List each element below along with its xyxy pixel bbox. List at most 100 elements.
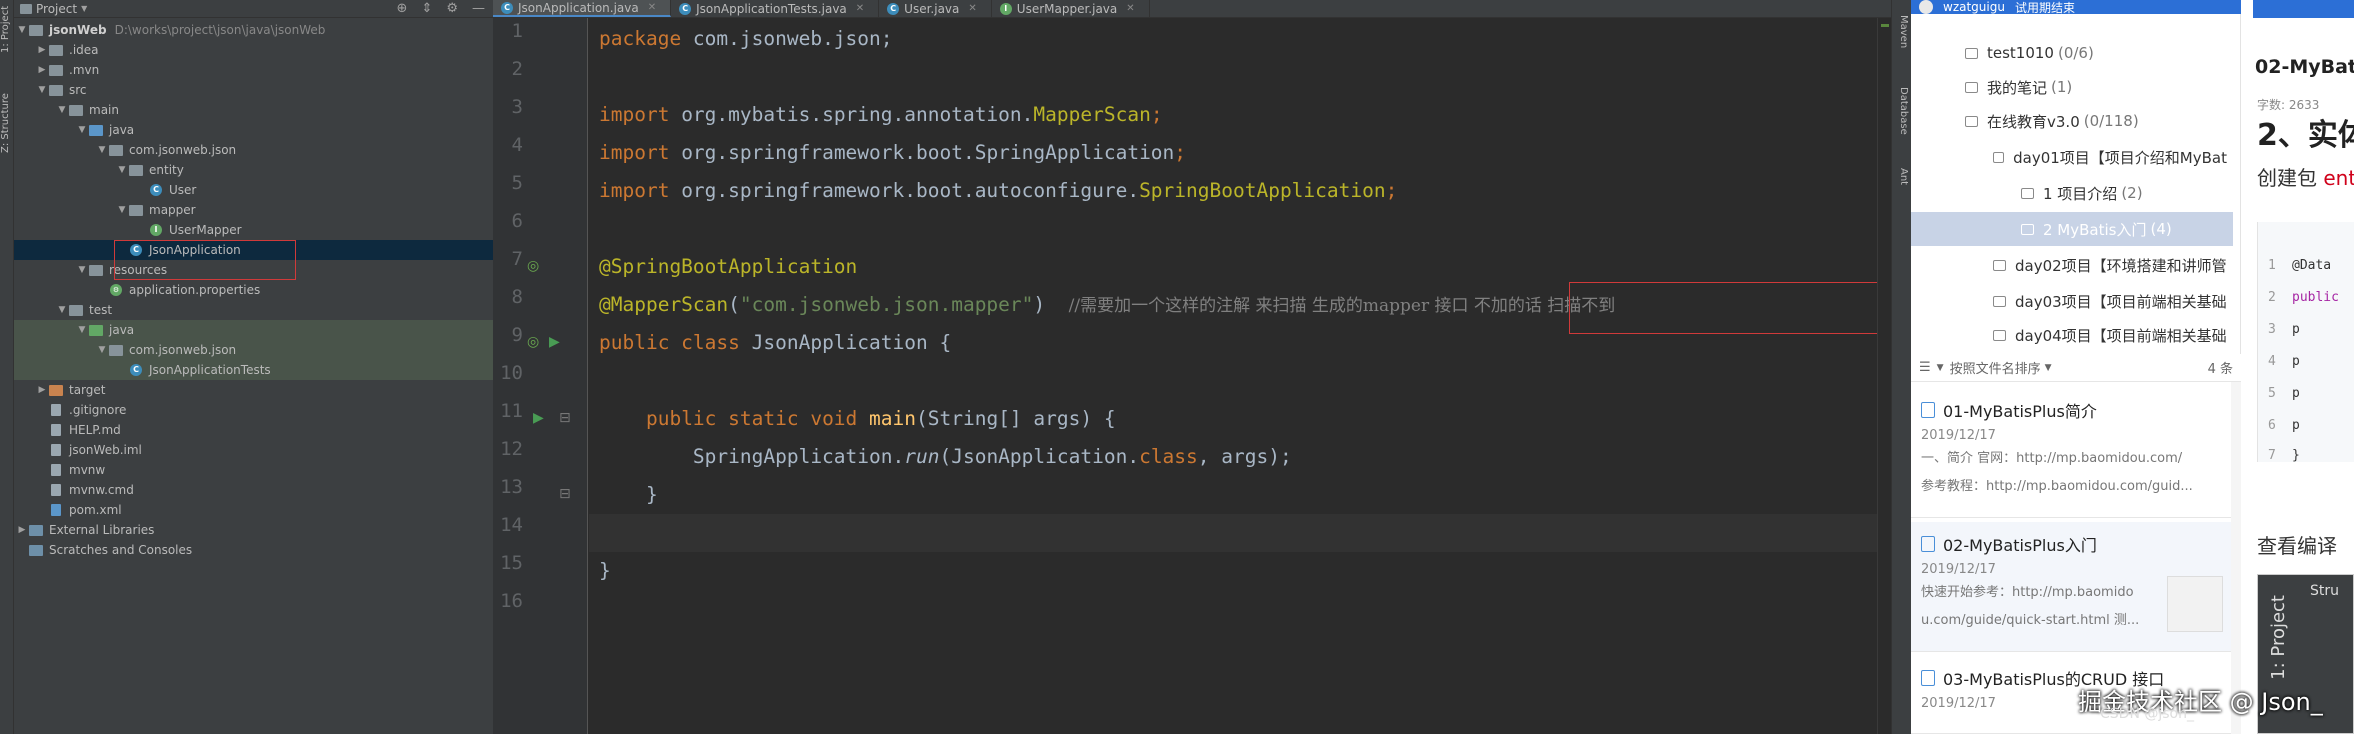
expand-arrow-icon[interactable]: ▶: [36, 385, 48, 395]
close-icon[interactable]: ✕: [648, 2, 656, 13]
notebook-item-selected[interactable]: 2 MyBatis入门 (4): [1911, 212, 2233, 246]
tree-item-usermapper[interactable]: I UserMapper: [14, 220, 493, 240]
tree-item-pom[interactable]: pom.xml: [14, 500, 493, 520]
expand-arrow-icon[interactable]: ▼: [36, 85, 48, 95]
expand-arrow-icon[interactable]: ▶: [36, 45, 48, 55]
editor-scrollbar[interactable]: [1877, 18, 1891, 734]
tab-user[interactable]: C User.java ✕: [879, 0, 992, 17]
tool-tab-database[interactable]: Database: [1895, 76, 1909, 146]
tree-item-mvnw-cmd[interactable]: mvnw.cmd: [14, 480, 493, 500]
list-view-icon[interactable]: ☰: [1919, 360, 1931, 375]
notebook-item[interactable]: day04项目【项目前端相关基础: [1911, 318, 2231, 352]
expand-arrow-icon[interactable]: ▼: [76, 125, 88, 135]
locate-icon[interactable]: ⊕: [397, 1, 408, 16]
tree-item-user[interactable]: C User: [14, 180, 493, 200]
code-line-12: SpringApplication.run(JsonApplication.cl…: [692, 445, 1292, 468]
project-view-selector[interactable]: Project: [36, 2, 77, 16]
tool-tab-structure[interactable]: Z: Structure: [0, 86, 14, 160]
tree-item-mapper[interactable]: ▼ mapper: [14, 200, 493, 220]
notebook-item[interactable]: 在线教育v3.0 (0/118): [1911, 104, 2231, 138]
tab-jsonapplicationtests[interactable]: C JsonApplicationTests.java ✕: [671, 0, 880, 17]
tree-item-resources[interactable]: ▼ resources: [14, 260, 493, 280]
collapse-all-icon[interactable]: ⇕: [421, 1, 432, 16]
note-title: 02-MyBatisPlus入门: [1943, 536, 2097, 555]
expand-arrow-icon[interactable]: ▼: [116, 205, 128, 215]
notebook-icon: [2021, 223, 2034, 235]
notebook-item[interactable]: 我的笔记 (1): [1911, 70, 2231, 104]
expand-arrow-icon[interactable]: ▼: [56, 305, 68, 315]
expand-arrow-icon[interactable]: ▼: [96, 145, 108, 155]
tree-label: pom.xml: [69, 503, 122, 517]
tree-item-scratches[interactable]: Scratches and Consoles: [14, 540, 493, 560]
tree-item-src[interactable]: ▼ src: [14, 80, 493, 100]
expand-arrow-icon[interactable]: ▼: [96, 345, 108, 355]
tree-item-mvn[interactable]: ▶ .mvn: [14, 60, 493, 80]
run-icon[interactable]: ▶: [533, 410, 544, 426]
tree-item-jsonapplication[interactable]: C JsonApplication: [14, 240, 493, 260]
note-card-selected[interactable]: 02-MyBatisPlus入门 2019/12/17 快速开始参考：http:…: [1911, 522, 2231, 652]
tree-item-external-libraries[interactable]: ▶ External Libraries: [14, 520, 493, 540]
fold-icon[interactable]: ⊟: [559, 486, 571, 502]
line-number: 10: [500, 362, 523, 384]
tree-item-iml[interactable]: jsonWeb.iml: [14, 440, 493, 460]
tree-item-root[interactable]: ▼ jsonWeb D:\works\project\json\java\jso…: [14, 20, 493, 40]
module-file-icon: [48, 443, 64, 457]
avatar[interactable]: [1919, 0, 1933, 14]
tree-item-main[interactable]: ▼ main: [14, 100, 493, 120]
hide-icon[interactable]: —: [472, 1, 485, 16]
tree-item-idea[interactable]: ▶ .idea: [14, 40, 493, 60]
tab-jsonapplication[interactable]: C JsonApplication.java ✕: [493, 0, 672, 17]
chevron-down-icon[interactable]: ▼: [2045, 363, 2052, 373]
expand-arrow-icon[interactable]: ▶: [16, 525, 28, 535]
tree-item-java[interactable]: ▼ java: [14, 120, 493, 140]
fold-icon[interactable]: ⊟: [559, 410, 571, 426]
notebook-item[interactable]: day02项目【环境搭建和讲师管: [1911, 248, 2231, 282]
spring-bean-icon[interactable]: ◎: [527, 334, 539, 350]
tree-item-test-package[interactable]: ▼ com.jsonweb.json: [14, 340, 493, 360]
interface-icon: I: [999, 2, 1012, 15]
expand-arrow-icon[interactable]: ▼: [116, 165, 128, 175]
username[interactable]: wzatguigu: [1943, 0, 2005, 14]
gear-icon[interactable]: ⚙: [446, 1, 458, 16]
tree-path: D:\works\project\json\java\jsonWeb: [114, 23, 326, 37]
trial-badge[interactable]: 试用期结束: [2015, 0, 2075, 15]
tree-item-target[interactable]: ▶ target: [14, 380, 493, 400]
tree-item-application-properties[interactable]: ⚙ application.properties: [14, 280, 493, 300]
close-icon[interactable]: ✕: [856, 3, 864, 14]
tree-item-mvnw[interactable]: mvnw: [14, 460, 493, 480]
tree-item-test[interactable]: ▼ test: [14, 300, 493, 320]
excluded-folder-icon: [48, 383, 64, 397]
expand-arrow-icon[interactable]: ▶: [36, 65, 48, 75]
tree-item-entity[interactable]: ▼ entity: [14, 160, 493, 180]
notebook-item[interactable]: test1010 (0/6): [1911, 36, 2231, 70]
class-icon: C: [148, 183, 164, 197]
sort-dropdown[interactable]: 按照文件名排序: [1950, 358, 2041, 377]
folder-icon: [68, 103, 84, 117]
chevron-down-icon[interactable]: ▼: [1937, 363, 1944, 373]
tree-item-test-java[interactable]: ▼ java: [14, 320, 493, 340]
expand-arrow-icon[interactable]: ▼: [56, 105, 68, 115]
expand-arrow-icon[interactable]: ▼: [76, 325, 88, 335]
tree-item-gitignore[interactable]: .gitignore: [14, 400, 493, 420]
tab-usermapper[interactable]: I UserMapper.java ✕: [992, 0, 1150, 17]
tool-tab-maven[interactable]: Maven: [1895, 6, 1909, 58]
tool-tab-project[interactable]: 1: Project: [0, 4, 14, 54]
note-card[interactable]: 01-MyBatisPlus简介 2019/12/17 一、简介 官网：http…: [1911, 388, 2231, 518]
tree-item-help-md[interactable]: HELP.md: [14, 420, 493, 440]
run-icon[interactable]: ▶: [549, 334, 560, 350]
close-icon[interactable]: ✕: [968, 3, 976, 14]
tree-label: java: [109, 323, 135, 337]
tool-tab-ant[interactable]: Ant: [1895, 160, 1909, 194]
close-icon[interactable]: ✕: [1126, 3, 1134, 14]
notebook-item[interactable]: 1 项目介绍 (2): [1911, 176, 2231, 210]
expand-arrow-icon[interactable]: ▼: [16, 25, 28, 35]
notebook-item[interactable]: day01项目【项目介绍和MyBat: [1911, 140, 2231, 174]
code-area[interactable]: package com.jsonweb.json; import org.myb…: [589, 18, 1891, 734]
spring-bean-icon[interactable]: ◎: [527, 258, 539, 274]
tree-label: target: [69, 383, 106, 397]
expand-arrow-icon[interactable]: ▼: [76, 265, 88, 275]
tree-item-jsonapplicationtests[interactable]: C JsonApplicationTests: [14, 360, 493, 380]
chevron-down-icon[interactable]: ▼: [81, 4, 87, 13]
notebook-item[interactable]: day03项目【项目前端相关基础: [1911, 284, 2231, 318]
tree-item-package[interactable]: ▼ com.jsonweb.json: [14, 140, 493, 160]
